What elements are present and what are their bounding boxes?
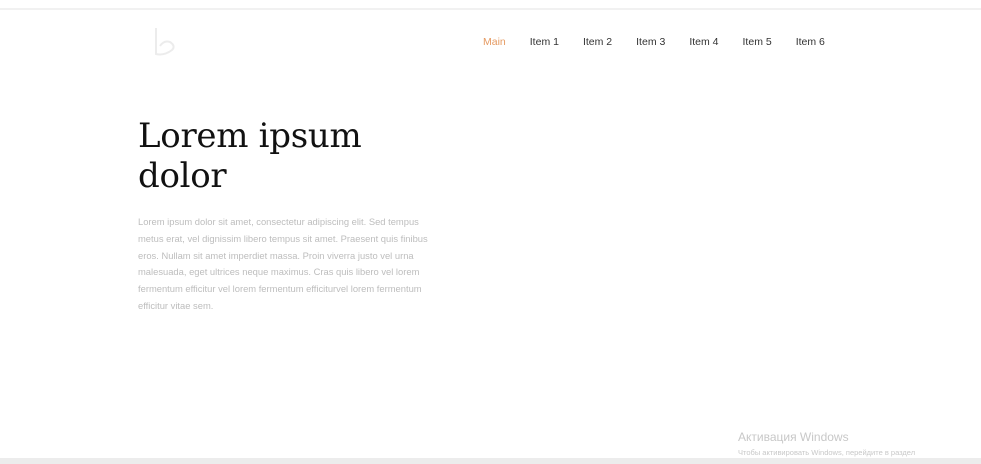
nav-item-main[interactable]: Main bbox=[483, 36, 506, 48]
nav-item-2[interactable]: Item 2 bbox=[583, 36, 612, 48]
nav-item-1[interactable]: Item 1 bbox=[530, 36, 559, 48]
windows-activation-watermark: Активация Windows Чтобы активировать Win… bbox=[738, 430, 915, 459]
main-nav: Main Item 1 Item 2 Item 3 Item 4 Item 5 … bbox=[483, 36, 849, 48]
header-top-border bbox=[0, 8, 981, 10]
nav-item-5[interactable]: Item 5 bbox=[743, 36, 772, 48]
windows-activation-title: Активация Windows bbox=[738, 430, 849, 444]
hero-title: Lorem ipsum dolor bbox=[138, 116, 362, 196]
nav-item-6[interactable]: Item 6 bbox=[796, 36, 825, 48]
nav-item-3[interactable]: Item 3 bbox=[636, 36, 665, 48]
bottom-scroll-area bbox=[0, 458, 981, 464]
hero-description: Lorem ipsum dolor sit amet, consectetur … bbox=[138, 216, 428, 311]
nav-item-4[interactable]: Item 4 bbox=[689, 36, 718, 48]
logo-icon[interactable] bbox=[150, 24, 180, 60]
